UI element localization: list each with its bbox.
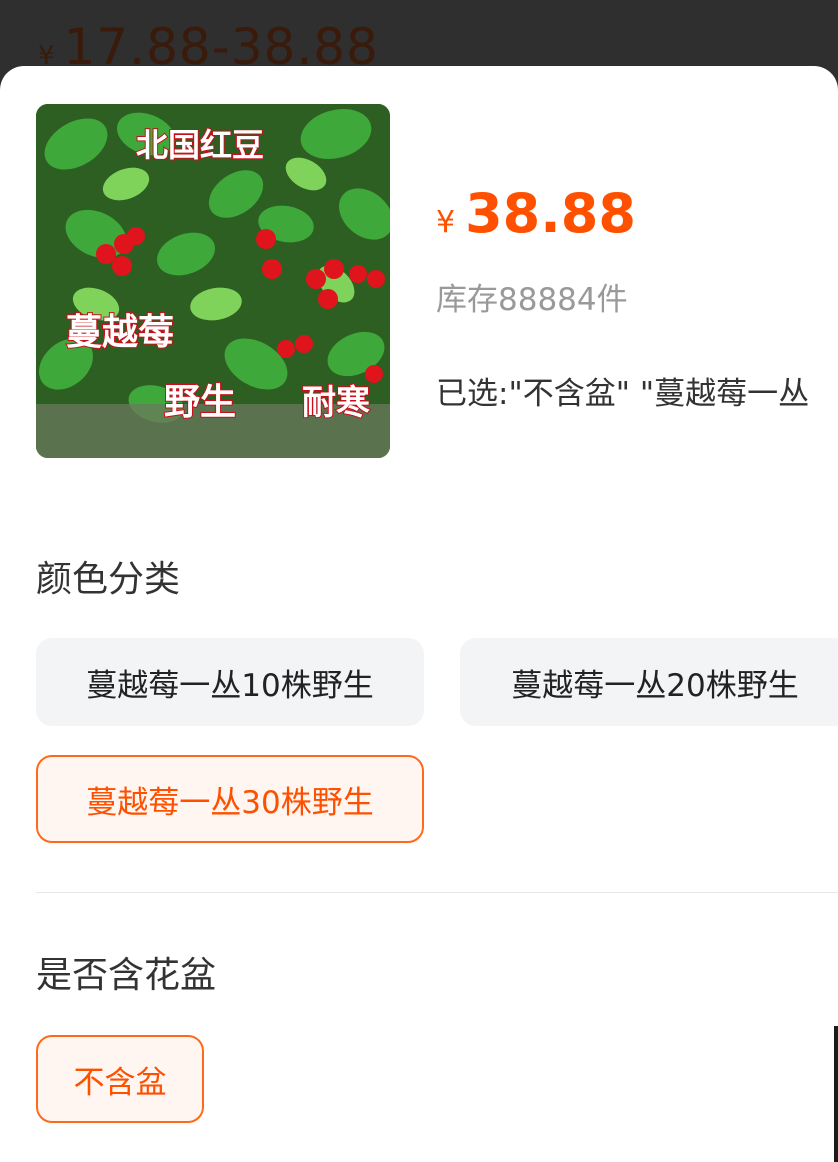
- color-section-title: 颜色分类: [36, 559, 181, 600]
- pot-section-title: 是否含花盆: [36, 955, 217, 996]
- selected-summary: 已选:"不含盆" "蔓越莓一丛: [436, 376, 810, 412]
- color-option-label: 蔓越莓一丛30株野生: [86, 784, 374, 821]
- svg-text:北国红豆: 北国红豆: [136, 126, 264, 164]
- stock-count: 库存88884件: [436, 282, 628, 318]
- edge-image-fragment: [834, 1026, 838, 1162]
- price-amount: 38.88: [465, 182, 636, 245]
- color-option-20[interactable]: 蔓越莓一丛20株野生: [460, 638, 838, 726]
- color-option-30-selected[interactable]: 蔓越莓一丛30株野生: [36, 755, 424, 843]
- color-option-10[interactable]: 蔓越莓一丛10株野生: [36, 638, 424, 726]
- sku-selector-sheet: 北国红豆 蔓越莓 野生 耐寒 ¥38.88 库存88884件 已选:"不含盆" …: [0, 66, 838, 1162]
- section-divider: [36, 892, 838, 893]
- svg-text:蔓越莓: 蔓越莓: [66, 311, 174, 353]
- svg-text:野生: 野生: [164, 381, 236, 423]
- product-image: 北国红豆 蔓越莓 野生 耐寒: [36, 104, 390, 458]
- color-option-label: 蔓越莓一丛10株野生: [86, 667, 374, 704]
- product-thumbnail[interactable]: 北国红豆 蔓越莓 野生 耐寒: [36, 104, 390, 458]
- pot-option-no-pot-selected[interactable]: 不含盆: [36, 1035, 204, 1123]
- pot-option-label: 不含盆: [73, 1064, 167, 1101]
- currency-symbol: ¥: [436, 205, 456, 240]
- product-price: ¥38.88: [436, 182, 636, 245]
- color-option-label: 蔓越莓一丛20株野生: [511, 667, 799, 704]
- svg-text:耐寒: 耐寒: [302, 383, 370, 423]
